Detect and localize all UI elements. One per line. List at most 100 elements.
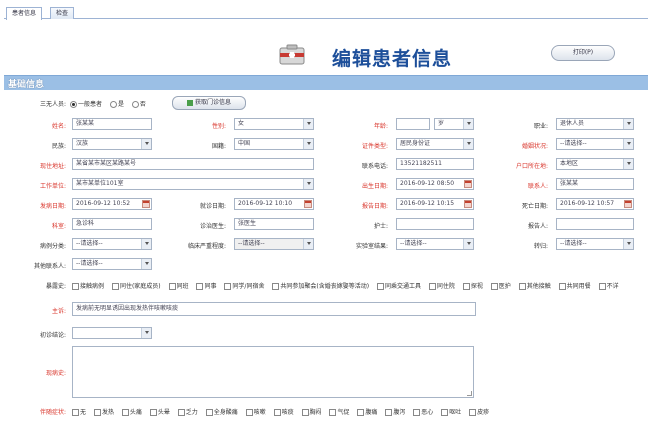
outcome-select[interactable]: --请选择--: [556, 238, 634, 250]
symptom-option[interactable]: 皮疹: [469, 409, 489, 416]
radio-option-0[interactable]: 一般患者: [70, 101, 102, 108]
nurse-input[interactable]: [396, 218, 474, 230]
symptom-option[interactable]: 发热: [93, 409, 114, 416]
initial-diagnosis-label: 初诊结论:: [39, 332, 66, 339]
radio-option-2[interactable]: 否: [131, 101, 146, 108]
exposure-option[interactable]: 同乘交通工具: [376, 283, 421, 290]
symptom-option[interactable]: 胸闷: [301, 409, 322, 416]
checkbox-box: [177, 409, 185, 416]
death-date-input[interactable]: 2016-09-12 10:57: [556, 198, 634, 210]
case-class-select[interactable]: --请选择--: [72, 238, 152, 250]
other-contact-select[interactable]: --请选择--: [72, 258, 152, 270]
age-input[interactable]: [396, 118, 430, 130]
marital-select[interactable]: --请选择--: [556, 138, 634, 150]
symptoms-label: 伴随症状:: [39, 409, 66, 416]
tab-bar: 患者信息 检查: [4, 4, 648, 20]
symptom-option[interactable]: 无: [72, 409, 86, 416]
exposure-option[interactable]: 共同用餐: [558, 283, 591, 290]
occupation-select[interactable]: 退休人员: [556, 118, 634, 130]
exposure-option[interactable]: 探视: [462, 283, 483, 290]
id-type-select[interactable]: 居民身份证: [396, 138, 474, 150]
onset-date-label: 发病日期:: [39, 203, 66, 210]
age-label: 年龄:: [373, 123, 388, 130]
region-select[interactable]: 本地区: [556, 158, 634, 170]
chevron-down-icon: [627, 162, 631, 165]
doctor-input[interactable]: 张医生: [234, 218, 314, 230]
symptom-option[interactable]: 腹泻: [385, 409, 405, 416]
gender-select[interactable]: 女: [234, 118, 314, 130]
doctor-label: 诊治医生:: [199, 223, 226, 230]
case-class-label: 病例分类:: [39, 243, 66, 250]
exposure-option[interactable]: 同班: [168, 283, 189, 290]
checkbox-box: [272, 283, 280, 290]
symptom-option[interactable]: 呕吐: [441, 409, 461, 416]
chevron-down-icon: [627, 142, 631, 145]
age-unit-select[interactable]: 岁: [434, 118, 474, 130]
symptom-option[interactable]: 头晕: [149, 409, 170, 416]
reporter-input[interactable]: [556, 218, 634, 230]
calendar-icon[interactable]: [304, 200, 312, 208]
dept-input[interactable]: 急诊科: [72, 218, 152, 230]
radio-circle: [131, 101, 139, 108]
checkbox-box: [245, 409, 253, 416]
exposure-option[interactable]: 接触病例: [72, 283, 104, 290]
print-button[interactable]: 打印(P): [551, 45, 615, 61]
symptom-option[interactable]: 头痛: [121, 409, 142, 416]
exposure-option[interactable]: 共同参加聚会(含婚丧嫁娶等活动): [272, 283, 369, 290]
symptom-option[interactable]: 乏力: [177, 409, 198, 416]
chevron-down-icon: [307, 242, 311, 245]
tab-exam[interactable]: 检查: [50, 7, 75, 19]
calendar-icon[interactable]: [464, 180, 472, 188]
initial-diagnosis-select[interactable]: [72, 327, 152, 339]
contact-label: 联系人:: [527, 183, 548, 190]
symptom-option[interactable]: 恶心: [413, 409, 433, 416]
outcome-label: 转归:: [533, 243, 548, 250]
exposure-option[interactable]: 同住(家庭成员): [111, 283, 161, 290]
symptom-option[interactable]: 全身酸痛: [205, 409, 238, 416]
calendar-icon[interactable]: [624, 200, 632, 208]
other-contact-label: 其他联系人:: [33, 263, 66, 270]
history-textarea[interactable]: [72, 346, 474, 398]
symptom-option[interactable]: 咳痰: [273, 409, 294, 416]
calendar-icon[interactable]: [142, 200, 150, 208]
visit-date-input[interactable]: 2016-09-12 10:10: [234, 198, 314, 210]
phone-input[interactable]: 13521182511: [396, 158, 474, 170]
marital-label: 婚姻状况:: [521, 143, 548, 150]
exposure-option[interactable]: 同事: [196, 283, 217, 290]
exposure-option[interactable]: 同学/同宿舍: [224, 283, 264, 290]
work-unit-select[interactable]: 某市某单位101室: [72, 178, 314, 190]
exposure-option[interactable]: 其他接触: [518, 283, 551, 290]
no-id-label: 三无人员:: [39, 101, 66, 108]
exposure-option[interactable]: 同住院: [428, 283, 455, 290]
contact-input[interactable]: 张某某: [556, 178, 634, 190]
address-input[interactable]: 某省某市某区某路某号: [72, 158, 314, 170]
checkbox-box: [462, 283, 470, 290]
exposure-option[interactable]: 不详: [598, 283, 619, 290]
report-date-input[interactable]: 2016-09-12 10:15: [396, 198, 474, 210]
onset-date-input[interactable]: 2016-09-12 10:52: [72, 198, 152, 210]
checkbox-box: [111, 283, 119, 290]
complaint-input[interactable]: 发病前无明显诱因出现发热伴咳嗽咳痰: [72, 302, 476, 316]
symptom-option[interactable]: 气促: [329, 409, 349, 416]
occupation-label: 职业:: [533, 123, 548, 130]
exposure-option[interactable]: 医护: [490, 283, 511, 290]
severity-select[interactable]: --请选择--: [234, 238, 314, 250]
lab-result-select[interactable]: --请选择--: [396, 238, 474, 250]
complaint-label: 主诉:: [51, 308, 66, 315]
nationality-select[interactable]: 中国: [234, 138, 314, 150]
name-input[interactable]: 张某某: [72, 118, 152, 130]
birth-input[interactable]: 2016-09-12 08:50: [396, 178, 474, 190]
symptom-option[interactable]: 咳嗽: [245, 409, 266, 416]
symptoms-checkbox-group: 无 发热 头痛 头晕 乏力 全身酸痛 咳嗽 咳痰 胸闷 气促 腹痛 腹泻 恶心 …: [72, 407, 495, 416]
symptom-option[interactable]: 腹痛: [357, 409, 377, 416]
section-title: 基础信息: [8, 80, 45, 90]
fetch-outpatient-button[interactable]: 获取门诊信息: [172, 96, 246, 110]
nurse-label: 护士:: [373, 223, 388, 230]
calendar-icon[interactable]: [464, 200, 472, 208]
radio-option-1[interactable]: 是: [109, 101, 124, 108]
address-label: 现住地址:: [39, 163, 66, 170]
work-unit-label: 工作单位:: [39, 183, 66, 190]
tab-patient-info[interactable]: 患者信息: [6, 7, 43, 20]
resize-handle[interactable]: [467, 391, 472, 396]
ethnic-select[interactable]: 汉族: [72, 138, 152, 150]
